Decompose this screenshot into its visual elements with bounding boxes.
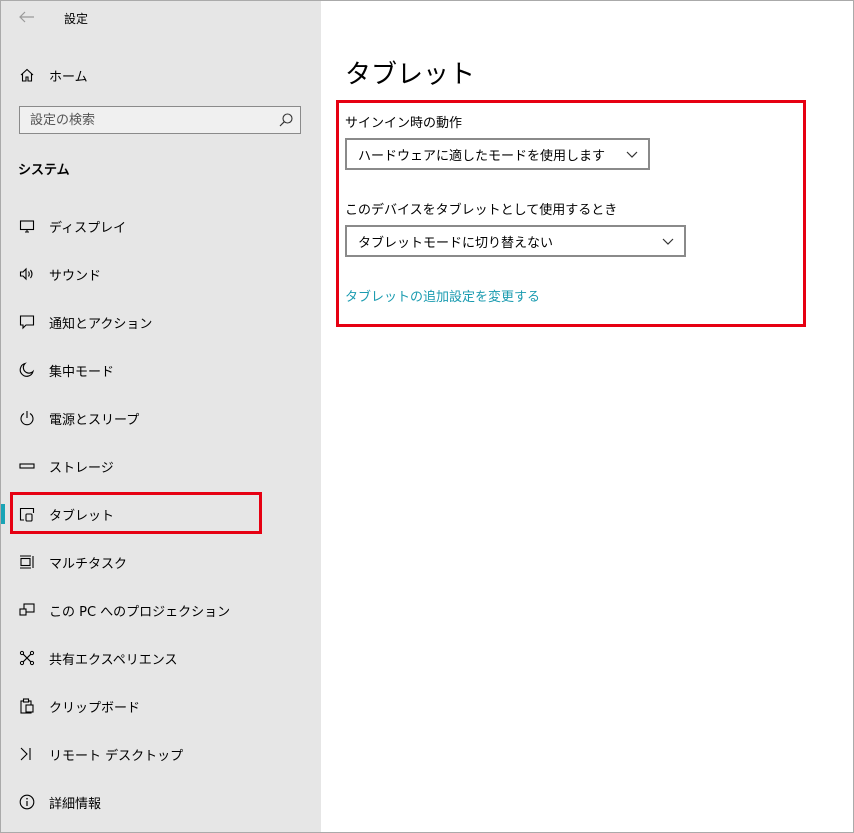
sidebar-item-projection[interactable]: この PC へのプロジェクション xyxy=(1,590,321,630)
sidebar-item-storage[interactable]: ストレージ xyxy=(1,446,321,486)
sidebar-item-label: この PC へのプロジェクション xyxy=(49,604,231,620)
sidebar-item-power[interactable]: 電源とスリープ xyxy=(1,398,321,438)
sidebar-item-label: 共有エクスペリエンス xyxy=(49,652,178,668)
sidebar-item-multitasking[interactable]: マルチタスク xyxy=(1,542,321,582)
chevron-down-icon xyxy=(626,151,638,158)
multitask-icon xyxy=(18,553,36,571)
page-title: タブレット xyxy=(345,60,476,90)
search-icon[interactable] xyxy=(278,112,294,128)
settings-window: 設定 ホーム システム ディスプレイ サウンド xyxy=(0,0,854,833)
speaker-icon xyxy=(18,265,36,283)
remote-desktop-icon xyxy=(18,745,36,763)
section-title: システム xyxy=(18,163,70,178)
projection-icon xyxy=(18,601,36,619)
sidebar-item-label: 詳細情報 xyxy=(49,796,102,812)
app-title: 設定 xyxy=(64,12,89,26)
signin-behavior-label: サインイン時の動作 xyxy=(345,116,463,131)
sidebar-item-focus[interactable]: 集中モード xyxy=(1,350,321,390)
dropdown-value: タブレットモードに切り替えない xyxy=(358,235,554,251)
sidebar-item-label: マルチタスク xyxy=(49,556,128,572)
sidebar: 設定 ホーム システム ディスプレイ サウンド xyxy=(1,1,321,832)
storage-icon xyxy=(18,457,36,475)
sidebar-item-home[interactable]: ホーム xyxy=(1,61,321,89)
sidebar-item-remote-desktop[interactable]: リモート デスクトップ xyxy=(1,734,321,774)
home-icon xyxy=(18,66,36,84)
sidebar-item-label: ストレージ xyxy=(49,460,114,476)
sidebar-item-sound[interactable]: サウンド xyxy=(1,254,321,294)
sidebar-item-label: ホーム xyxy=(49,69,88,85)
dropdown-value: ハードウェアに適したモードを使用します xyxy=(358,148,606,164)
shared-experience-icon xyxy=(18,649,36,667)
sidebar-item-label: サウンド xyxy=(49,268,102,284)
main-content: タブレット サインイン時の動作 ハードウェアに適したモードを使用します このデバ… xyxy=(321,1,853,832)
notification-icon xyxy=(18,313,36,331)
sidebar-item-notifications[interactable]: 通知とアクション xyxy=(1,302,321,342)
sidebar-item-label: 集中モード xyxy=(49,364,115,380)
search-input[interactable] xyxy=(20,107,280,133)
sidebar-item-clipboard[interactable]: クリップボード xyxy=(1,686,321,726)
search-box[interactable] xyxy=(19,106,301,134)
selection-highlight-box xyxy=(10,492,262,534)
back-button[interactable] xyxy=(19,7,35,27)
signin-behavior-dropdown[interactable]: ハードウェアに適したモードを使用します xyxy=(345,138,650,170)
sidebar-item-label: ディスプレイ xyxy=(49,220,127,236)
info-icon xyxy=(18,793,36,811)
additional-tablet-settings-link[interactable]: タブレットの追加設定を変更する xyxy=(345,286,540,305)
sidebar-item-display[interactable]: ディスプレイ xyxy=(1,206,321,246)
sidebar-item-label: 電源とスリープ xyxy=(49,412,140,428)
sidebar-item-about[interactable]: 詳細情報 xyxy=(1,782,321,822)
title-bar: 設定 xyxy=(1,1,321,35)
sidebar-item-shared-experiences[interactable]: 共有エクスペリエンス xyxy=(1,638,321,678)
clipboard-icon xyxy=(18,697,36,715)
sidebar-item-label: リモート デスクトップ xyxy=(49,748,184,764)
tablet-use-label: このデバイスをタブレットとして使用するとき xyxy=(345,203,618,218)
tablet-use-dropdown[interactable]: タブレットモードに切り替えない xyxy=(345,225,686,257)
power-icon xyxy=(18,409,36,427)
moon-icon xyxy=(18,361,36,379)
display-icon xyxy=(18,217,36,235)
sidebar-item-label: クリップボード xyxy=(49,700,141,716)
back-arrow-icon xyxy=(19,11,34,23)
chevron-down-icon xyxy=(662,238,674,245)
sidebar-item-label: 通知とアクション xyxy=(49,316,153,332)
